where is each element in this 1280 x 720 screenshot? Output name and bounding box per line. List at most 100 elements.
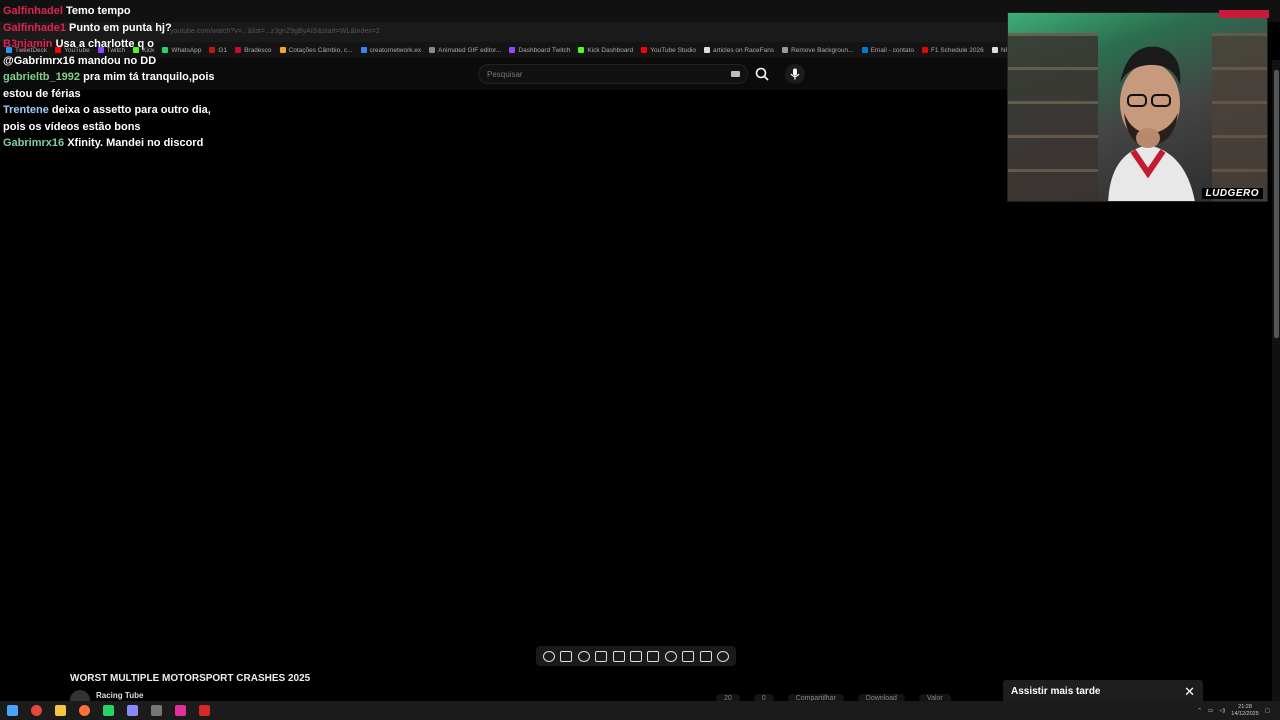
taskbar-app-pink-icon[interactable]: [168, 701, 192, 720]
bookmark-icon: [235, 47, 242, 53]
clock-date: 14/12/2025: [1231, 710, 1259, 717]
app-red-icon: [198, 705, 210, 716]
theater-icon[interactable]: [647, 650, 660, 662]
bookmark-icon: [429, 47, 436, 53]
speed-icon[interactable]: [664, 650, 677, 662]
volume-icon[interactable]: ◁): [1219, 708, 1225, 714]
search-icon[interactable]: [754, 66, 770, 82]
chat-text: estou de férias: [3, 87, 81, 100]
sort-icon[interactable]: [560, 650, 573, 662]
bookmark-icon: [782, 47, 789, 53]
bookmark-item[interactable]: articles on RaceFans: [704, 47, 774, 54]
chrome-icon: [30, 705, 42, 716]
chat-text: pois os vídeos estão bons: [3, 120, 141, 133]
bookmark-item[interactable]: Kick Dashboard: [578, 47, 633, 54]
clock-time: 21:28: [1238, 703, 1252, 710]
add-icon[interactable]: [682, 650, 695, 662]
keyboard-icon[interactable]: [731, 71, 740, 77]
channel-logo: LUDGERO: [1201, 188, 1263, 199]
network-icon[interactable]: ▭: [1208, 708, 1213, 714]
bookmark-item[interactable]: Bradesco: [235, 46, 272, 54]
chat-username: Galfinhade1: [3, 21, 66, 34]
chat-message: Gabrimrx16 Xfinity. Mandei no discord: [3, 135, 233, 152]
chat-message: @Gabrimrx16 mandou no DD: [3, 53, 233, 70]
bookshelf-right: [1212, 33, 1267, 201]
chat-message: B3njamin Usa a charlotte q o: [3, 36, 233, 53]
bookmark-label: articles on RaceFans: [713, 46, 775, 54]
taskbar-obs-icon[interactable]: [120, 701, 144, 720]
audio-icon[interactable]: [577, 650, 590, 662]
chat-username: B3njamin: [3, 38, 53, 50]
chat-username: Trentene: [3, 104, 49, 116]
bookmark-label: Animated GIF editor...: [438, 46, 502, 54]
bookmark-item[interactable]: YouTube Studio: [641, 47, 696, 54]
resize-icon[interactable]: [629, 650, 642, 662]
firefox-icon: [78, 705, 90, 716]
chat-username: Gabrimrx16: [3, 137, 65, 149]
chat-text: pra mim tá tranquilo,pois: [83, 71, 215, 83]
bookmark-icon: [360, 47, 367, 53]
notification-icon[interactable]: ▢: [1265, 708, 1270, 714]
bookmark-label: Dashboard Twitch: [518, 46, 571, 54]
taskbar-app-red-icon[interactable]: [192, 701, 216, 720]
close-icon[interactable]: ✕: [1184, 684, 1195, 700]
clapperboard-icon[interactable]: [612, 650, 625, 662]
chat-message: Galfinhadel Temo tempo: [3, 3, 233, 20]
chat-text: Xfinity. Mandei no discord: [67, 137, 204, 149]
taskbar-explorer-icon[interactable]: [48, 701, 72, 720]
chat-text: Usa a charlotte q o: [55, 38, 154, 50]
desktop-screen: youtube.com/watch?v=...&list=...z3gnZ9gB…: [0, 0, 1280, 720]
bookmark-label: F1 Schedule 2026: [930, 46, 984, 54]
bookmark-icon: [641, 47, 648, 53]
bookmark-label: Bradesco: [244, 46, 272, 54]
taskbar-firefox-icon[interactable]: [72, 701, 96, 720]
misc-icon: [150, 705, 162, 716]
chat-username: Galfinhadel: [3, 5, 63, 17]
gear-icon[interactable]: [717, 650, 730, 662]
search-input[interactable]: Pesquisar: [478, 64, 748, 84]
scrollbar-thumb[interactable]: [1274, 70, 1279, 338]
microphone-icon[interactable]: [785, 64, 805, 84]
chat-message: pois os vídeos estão bons: [3, 119, 233, 136]
taskbar-chrome-icon[interactable]: [24, 701, 48, 720]
clock[interactable]: 21:28 14/12/2025: [1231, 704, 1259, 718]
webcam-overlay: LUDGERO: [1007, 12, 1268, 202]
chat-text: Punto em punta hj?: [69, 21, 172, 34]
subtitles-icon[interactable]: [595, 650, 608, 662]
chat-message: estou de férias: [3, 86, 233, 103]
bookmark-item[interactable]: Dashboard Twitch: [509, 47, 570, 54]
chat-message: Galfinhade1 Punto em punta hj?: [3, 20, 233, 37]
bookmark-item[interactable]: Email - contato: [861, 46, 914, 54]
bookmark-label: Email - contato: [870, 46, 914, 54]
explorer-icon: [54, 705, 66, 716]
streamer-figure: [1108, 46, 1195, 201]
chat-message: gabrieltb_1992 pra mim tá tranquilo,pois: [3, 69, 233, 86]
bookmark-icon: [578, 47, 585, 53]
camera-icon[interactable]: [699, 650, 712, 662]
chat-text: Temo tempo: [65, 5, 131, 17]
taskbar-start-icon[interactable]: [0, 701, 24, 720]
whatsapp-icon: [102, 705, 114, 716]
bookmark-item[interactable]: Remove Backgroun...: [782, 47, 854, 54]
chat-text: @Gabrimrx16 mandou no DD: [3, 54, 157, 67]
windows-taskbar: [0, 701, 1280, 720]
bookmark-label: YouTube Studio: [650, 46, 696, 54]
taskbar-whatsapp-icon[interactable]: [96, 701, 120, 720]
bookmark-item[interactable]: creatornetwork.ex: [360, 47, 421, 54]
loop-icon[interactable]: [542, 650, 555, 662]
bookmark-label: Cotações Câmbio, c...: [288, 46, 353, 54]
chevron-up-icon[interactable]: ⌃: [1197, 708, 1202, 714]
bookmark-icon: [861, 47, 868, 53]
chat-username: gabrieltb_1992: [3, 71, 81, 83]
app-pink-icon: [174, 705, 186, 716]
obs-icon: [126, 705, 138, 716]
toast-message: Assistir mais tarde: [1011, 686, 1101, 697]
channel-name[interactable]: Racing Tube: [96, 691, 143, 700]
bookmark-item[interactable]: Animated GIF editor...: [429, 47, 501, 54]
taskbar-misc-icon[interactable]: [144, 701, 168, 720]
bookmark-item[interactable]: Cotações Câmbio, c...: [279, 46, 353, 54]
bookmark-icon: [279, 47, 286, 53]
bookmark-label: Remove Backgroun...: [791, 46, 854, 54]
bookmark-item[interactable]: F1 Schedule 2026: [921, 46, 984, 54]
bookmark-label: Kick Dashboard: [587, 46, 634, 54]
